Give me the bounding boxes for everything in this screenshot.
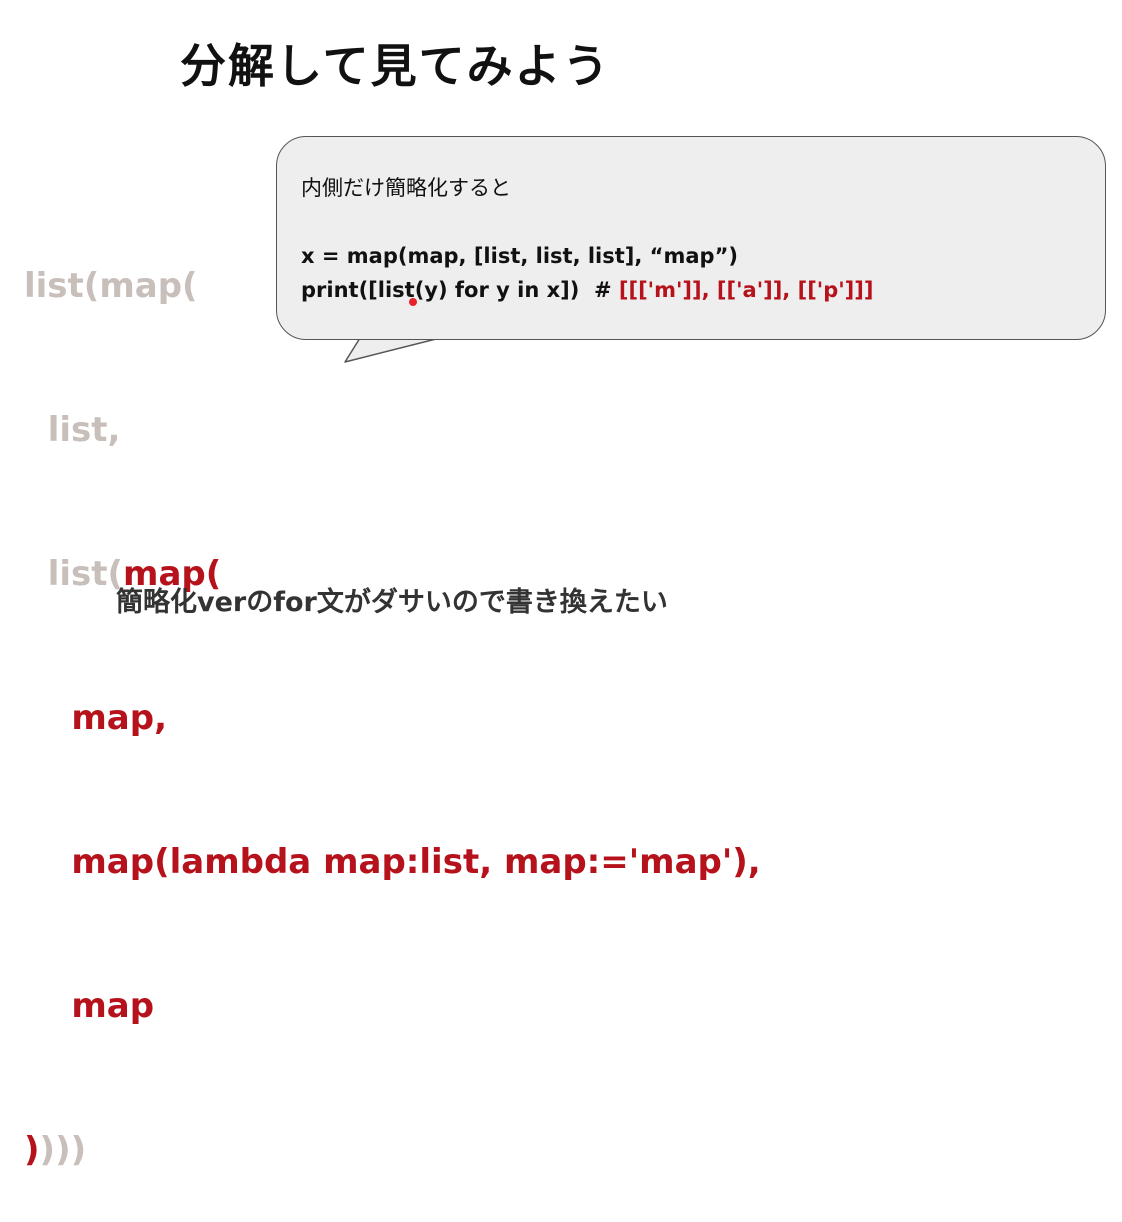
pointer-dot-icon <box>409 298 417 306</box>
bubble-heading: 内側だけ簡略化すると <box>301 176 511 200</box>
code-line-7: )))) <box>24 1126 761 1174</box>
bubble-code-line-2-text: print([list(y) for y in x]) # <box>301 278 619 302</box>
speech-bubble-tail <box>344 336 442 363</box>
code-line-4: map, <box>24 694 761 742</box>
code-line-5-text: map(lambda map:list, map:='map'), <box>71 842 761 882</box>
bubble-code: x = map(map, [list, list, list], “map”) p… <box>301 239 1081 307</box>
code-line-6: map <box>24 982 761 1030</box>
bubble-code-line-2: print([list(y) for y in x]) # [[['m']], … <box>301 273 1081 307</box>
code-line-5: map(lambda map:list, map:='map'), <box>24 838 761 886</box>
code-line-2-text: list, <box>47 410 121 450</box>
speech-bubble: 内側だけ簡略化すると x = map(map, [list, list, lis… <box>276 136 1106 340</box>
bubble-code-line-1: x = map(map, [list, list, list], “map”) <box>301 244 738 268</box>
code-line-7-gray-text: ))) <box>39 1130 87 1170</box>
slide-title: 分解して見てみよう <box>180 39 611 93</box>
code-line-2: list, <box>24 406 761 454</box>
slide-footer: 簡略化verのfor文がダサいので書き換えたい <box>116 587 668 618</box>
code-line-7-red-text: ) <box>24 1130 40 1170</box>
code-line-3-gray-text: list( <box>47 554 124 594</box>
bubble-code-comment: [[['m']], [['a']], [['p']]] <box>618 278 874 302</box>
code-line-6-text: map <box>71 986 155 1026</box>
code-line-4-text: map, <box>71 698 167 738</box>
code-line-1-text: list(map( <box>24 266 198 306</box>
